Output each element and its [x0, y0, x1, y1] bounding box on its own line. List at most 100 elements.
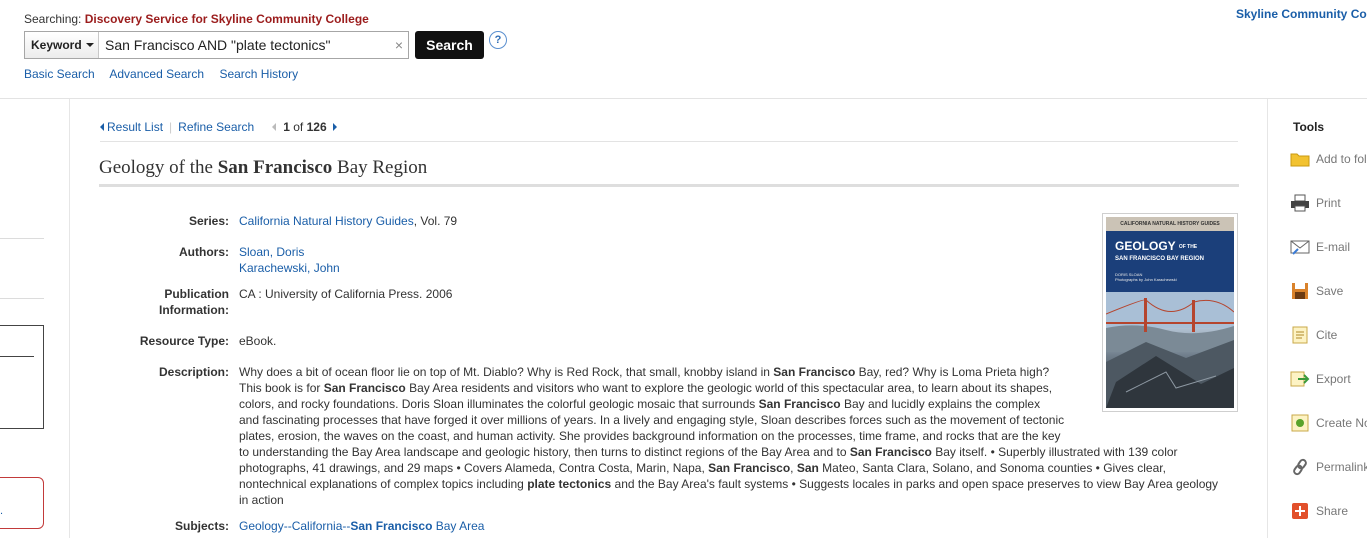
tools-title: Tools [1293, 120, 1325, 134]
desc-text: Mateo, Santa Clara, Solano, and Sonoma c… [818, 461, 1166, 475]
desc-text: and the Bay Area's fault systems • Sugge… [611, 477, 1219, 491]
refine-search-link[interactable]: Refine Search [178, 120, 254, 134]
tool-cite[interactable]: Cite [1290, 323, 1367, 347]
search-input[interactable]: San Francisco AND "plate tectonics" [99, 37, 390, 53]
result-list-link[interactable]: Result List [107, 120, 163, 134]
tool-label: Share [1316, 504, 1349, 518]
subject-highlight: San Francisco [350, 519, 433, 533]
desc-text: Bay itself. • Superbly illustrated with … [931, 445, 1178, 459]
description-line: photographs, 41 drawings, and 29 maps • … [239, 460, 1239, 476]
cover-photo [1106, 292, 1234, 408]
desc-highlight: San Francisco [323, 381, 406, 395]
caret-down-icon [85, 43, 94, 47]
desc-text: colors, and rocky foundations. Doris Slo… [239, 397, 759, 411]
export-icon [1290, 369, 1310, 389]
title-part: Geology of the [99, 157, 218, 178]
save-disk-icon [1290, 281, 1310, 301]
publication-info-value: CA : University of California Press. 200… [239, 287, 453, 301]
description-line: in action [239, 492, 1239, 508]
basic-search-link[interactable]: Basic Search [24, 67, 95, 81]
book-cover-image[interactable]: CALIFORNIA NATURAL HISTORY GUIDES GEOLOG… [1102, 213, 1238, 412]
description-line: colors, and rocky foundations. Doris Slo… [239, 396, 1239, 412]
tool-label: Export [1316, 372, 1351, 386]
search-links: Basic Search Advanced Search Search Hist… [24, 67, 310, 81]
desc-highlight: San Francisco [708, 461, 791, 475]
tool-email[interactable]: E-mail [1290, 235, 1367, 259]
tool-permalink[interactable]: Permalink [1290, 455, 1367, 479]
left-panel-link-fragment[interactable]: . [0, 505, 3, 517]
chevron-left-icon [100, 123, 104, 131]
previous-record-icon[interactable] [272, 123, 277, 131]
clear-icon[interactable]: × [390, 37, 408, 53]
search-field-label: Keyword [31, 38, 82, 52]
subjects-value: Geology--California--San Francisco Bay A… [239, 518, 484, 534]
link-chain-icon [1290, 457, 1310, 477]
tool-export[interactable]: Export [1290, 367, 1367, 391]
cover-author: DORIS SLOAN Photographs by John Karachews… [1115, 272, 1177, 282]
desc-highlight: San Francisco [849, 445, 932, 459]
resource-type-value: eBook. [239, 334, 277, 348]
next-record-icon[interactable] [332, 123, 337, 131]
tool-print[interactable]: Print [1290, 191, 1367, 215]
publication-info-label: Publication Information: [99, 286, 229, 318]
title-highlight: San Francisco [217, 157, 333, 178]
book-cover: CALIFORNIA NATURAL HISTORY GUIDES GEOLOG… [1106, 217, 1234, 408]
cover-title-small: OF THE [1178, 243, 1198, 250]
publication-label-line: Publication [164, 287, 229, 301]
tool-label: Save [1316, 284, 1344, 298]
nav-divider [100, 141, 1238, 142]
printer-icon [1290, 193, 1310, 213]
desc-text: , [790, 461, 797, 475]
record-position-current: 1 [283, 120, 290, 134]
tool-label: Print [1316, 196, 1341, 210]
title-part: Bay Region [332, 157, 428, 178]
subject-link[interactable]: Geology--California--San Francisco Bay A… [239, 519, 484, 533]
search-history-link[interactable]: Search History [219, 67, 298, 81]
author-link[interactable]: Karachewski, John [239, 260, 340, 276]
tool-save[interactable]: Save [1290, 279, 1367, 303]
author-link[interactable]: Sloan, Doris [239, 244, 340, 260]
institution-name[interactable]: Skyline Community Co [1236, 7, 1367, 21]
note-icon [1290, 413, 1310, 433]
tool-label: Create No [1316, 416, 1367, 430]
tool-create-note[interactable]: Create No [1290, 411, 1367, 435]
search-box: Keyword San Francisco AND "plate tectoni… [24, 31, 409, 59]
tool-label: Permalink [1316, 460, 1367, 474]
share-plus-icon [1290, 501, 1310, 521]
subject-text: Geology--California-- [239, 519, 351, 533]
desc-highlight: San Francisco [773, 365, 856, 379]
tool-add-to-folder[interactable]: Add to fol [1290, 147, 1367, 171]
series-label: Series: [188, 214, 229, 228]
cover-credit: Photographs by John Karachewski [1115, 277, 1177, 282]
searching-prefix: Searching: [24, 12, 82, 26]
left-panel-divider [0, 238, 44, 239]
series-volume: , Vol. 79 [413, 214, 458, 228]
desc-text: in action [239, 493, 284, 507]
search-field-dropdown[interactable]: Keyword [25, 32, 99, 58]
left-panel-box [0, 325, 44, 429]
desc-text: plates, erosion, the waves on the coast,… [239, 429, 1061, 443]
searching-line: Searching: Discovery Service for Skyline… [24, 12, 369, 26]
description-line: Why does a bit of ocean floor lie on top… [239, 364, 1239, 380]
desc-text: Bay, red? Why is Loma Prieta high? [855, 365, 1050, 379]
left-panel-alert-box [0, 477, 44, 529]
help-icon[interactable]: ? [489, 31, 507, 49]
resource-type-label: Resource Type: [139, 334, 229, 348]
series-link[interactable]: California Natural History Guides [239, 214, 414, 228]
tool-label: Add to fol [1316, 152, 1367, 166]
desc-text: and fascinating processes that have forg… [239, 413, 1065, 427]
tool-share[interactable]: Share [1290, 499, 1367, 523]
subject-text: Bay Area [432, 519, 485, 533]
authors-value: Sloan, Doris Karachewski, John [239, 244, 340, 276]
search-button[interactable]: Search [415, 31, 484, 59]
description-line: nontechnical explanations of complex top… [239, 476, 1239, 492]
description-value: Why does a bit of ocean floor lie on top… [239, 364, 1239, 508]
advanced-search-link[interactable]: Advanced Search [109, 67, 204, 81]
title-divider [99, 184, 1239, 187]
description-line: This book is for San Francisco Bay Area … [239, 380, 1239, 396]
desc-highlight: plate tectonics [527, 477, 612, 491]
service-name[interactable]: Discovery Service for Skyline Community … [85, 12, 369, 26]
left-panel-box-rule [0, 356, 34, 357]
cover-series-band: CALIFORNIA NATURAL HISTORY GUIDES [1106, 217, 1234, 231]
description-line: plates, erosion, the waves on the coast,… [239, 428, 1239, 444]
